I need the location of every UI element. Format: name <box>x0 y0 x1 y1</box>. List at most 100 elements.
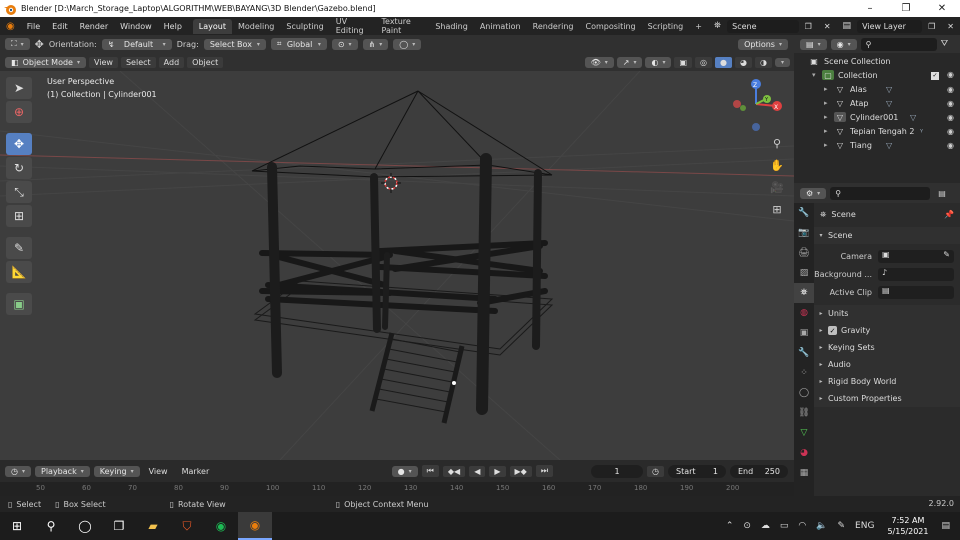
pen-icon[interactable]: ✎ <box>833 521 851 531</box>
expand-chevron-icon[interactable]: ▾ <box>812 71 822 79</box>
zoom-view-icon[interactable]: ⚲ <box>770 137 784 151</box>
orientation-dropdown[interactable]: ↯ Default ▾ <box>101 38 172 50</box>
navigation-gizmo[interactable]: Z X Y <box>733 79 782 131</box>
play-icon[interactable]: ▶ <box>489 465 506 477</box>
outliner-display-mode[interactable]: ◉ ▾ <box>830 38 857 50</box>
expand-chevron-icon[interactable]: ▸ <box>824 141 834 149</box>
timeline-marker-menu[interactable]: Marker <box>177 466 215 477</box>
panel-custom-properties-header[interactable]: ▸ Custom Properties <box>814 390 960 407</box>
drag-dropdown[interactable]: Select Box ▾ <box>203 38 266 50</box>
data-tab-icon[interactable]: ▽ <box>794 423 814 443</box>
prev-keyframe-icon[interactable]: ◆◀ <box>442 465 466 477</box>
add-workspace-button[interactable]: + <box>689 19 708 34</box>
jump-start-icon[interactable]: ⏮ <box>421 465 439 477</box>
auto-keying-toggle[interactable]: ● ▾ <box>391 465 418 477</box>
cortana-icon[interactable]: ◯ <box>68 512 102 540</box>
menu-select[interactable]: Select <box>120 56 156 68</box>
move-tool-icon[interactable]: ✥ <box>6 133 32 155</box>
gazebo-scene[interactable]: Z X Y <box>0 71 794 460</box>
snap-toggle[interactable]: ⋔ ▾ <box>362 38 389 50</box>
expand-chevron-icon[interactable]: ▸ <box>824 99 834 107</box>
outliner-filter-icon[interactable]: ⛛ <box>941 39 949 49</box>
menu-window[interactable]: Window <box>114 22 158 31</box>
camera-field[interactable]: ▣ ✎ <box>878 250 954 263</box>
options-dropdown[interactable]: Options ▾ <box>738 38 788 50</box>
scene-icon[interactable]: ⛯ <box>708 21 727 31</box>
visibility-eye-icon[interactable]: ◉ <box>947 85 954 94</box>
object-mode-dropdown[interactable]: ◧ Object Mode ▾ <box>5 56 86 68</box>
measure-tool-icon[interactable]: 📐 <box>6 261 32 283</box>
preview-range-icon[interactable]: ◷ <box>647 465 664 477</box>
tab-compositing[interactable]: Compositing <box>579 19 641 34</box>
close-button[interactable]: ✕ <box>924 3 960 14</box>
eyedropper-icon[interactable]: ✎ <box>943 250 950 259</box>
battery-icon[interactable]: ▭ <box>775 521 794 531</box>
physics-tab-icon[interactable]: ◯ <box>794 383 814 403</box>
pin-icon[interactable]: 📌 <box>944 210 954 219</box>
menu-render[interactable]: Render <box>74 22 114 31</box>
shading-options-dropdown[interactable]: ▾ <box>774 57 790 67</box>
shading-solid-icon[interactable]: ● <box>715 56 733 68</box>
jump-end-icon[interactable]: ⏭ <box>535 465 554 477</box>
proportional-edit-toggle[interactable]: ◯ ▾ <box>393 38 422 50</box>
visibility-eye-icon[interactable]: ◉ <box>947 113 954 122</box>
xray-toggle-icon[interactable]: ▣ <box>674 56 693 68</box>
expand-chevron-icon[interactable]: ▸ <box>824 127 834 135</box>
panel-units-header[interactable]: ▸ Units <box>814 305 960 322</box>
network-icon[interactable]: ◠ <box>793 521 811 531</box>
select-tool-icon[interactable]: ➤ <box>6 77 32 99</box>
timeline-view-menu[interactable]: View <box>144 466 173 477</box>
output-tab-icon[interactable]: 🖨 <box>794 243 814 263</box>
panel-audio-header[interactable]: ▸ Audio <box>814 356 960 373</box>
maximize-button[interactable]: ❐ <box>888 3 924 14</box>
scene-copy-icon[interactable]: ❐ <box>799 22 818 31</box>
volume-icon[interactable]: 🔈 <box>811 521 832 531</box>
editor-type-dropdown[interactable]: ⛶ ▾ <box>5 38 30 50</box>
language-indicator[interactable]: ENG <box>850 521 879 531</box>
task-view-icon[interactable]: ❐ <box>102 512 136 540</box>
minimize-button[interactable]: – <box>852 3 888 14</box>
tab-shading[interactable]: Shading <box>429 19 474 34</box>
frame-start-field[interactable]: Start 1 <box>668 464 726 478</box>
tab-layout[interactable]: Layout <box>192 18 232 34</box>
panel-scene-header[interactable]: ▾ Scene <box>814 227 960 244</box>
tab-animation[interactable]: Animation <box>474 19 527 34</box>
visibility-eye-icon[interactable]: ◉ <box>947 127 954 136</box>
menu-help[interactable]: Help <box>158 22 188 31</box>
file-explorer-icon[interactable]: ▰ <box>136 512 170 540</box>
scene-name-field[interactable]: Scene <box>727 19 799 33</box>
panel-keying-sets-header[interactable]: ▸ Keying Sets <box>814 339 960 356</box>
blender-taskbar-icon[interactable]: ◉ <box>238 512 272 540</box>
particles-tab-icon[interactable]: ⁘ <box>794 363 814 383</box>
menu-object[interactable]: Object <box>187 56 224 68</box>
menu-view[interactable]: View <box>88 56 118 68</box>
properties-options-icon[interactable]: ▤ <box>938 189 946 198</box>
pivot-point-dropdown[interactable]: ⊙ ▾ <box>331 38 358 50</box>
outliner-item-tepian-tengah-2[interactable]: ▸ ▽ Tepian Tengah 2 ᵞ ◉ <box>794 124 960 138</box>
modifier-tab-icon[interactable]: 🔧 <box>794 343 814 363</box>
constraints-tab-icon[interactable]: ⛓ <box>794 403 814 423</box>
outliner-item-cylinder001[interactable]: ▸ ▽ Cylinder001 ▽ ◉ <box>794 110 960 124</box>
tray-app-icon[interactable]: ⊙ <box>738 521 756 531</box>
transform-tool-icon[interactable]: ⊞ <box>6 205 32 227</box>
menu-add[interactable]: Add <box>158 56 185 68</box>
current-frame-field[interactable]: 1 <box>591 464 644 478</box>
render-tab-icon[interactable]: 📷 <box>794 223 814 243</box>
cursor-tool-icon[interactable]: ⊕ <box>6 101 32 123</box>
rotate-tool-icon[interactable]: ↻ <box>6 157 32 179</box>
visibility-dropdown[interactable]: 👁 ▾ <box>584 56 614 68</box>
view-layer-tab-icon[interactable]: ▨ <box>794 263 814 283</box>
spotify-icon[interactable]: ◉ <box>204 512 238 540</box>
collection-eye-icon[interactable]: ✓ ◉ <box>931 70 954 80</box>
panel-gravity-header[interactable]: ▸ ✓ Gravity <box>814 322 960 339</box>
outliner-collection[interactable]: ▾ ▢ Collection ✓ ◉ <box>794 68 960 82</box>
brave-browser-icon[interactable]: ⛉ <box>170 512 204 540</box>
tool-tab-icon[interactable]: 🔧 <box>794 203 814 223</box>
3d-viewport[interactable]: Z X Y User Perspective (1) Collection | … <box>0 71 794 460</box>
texture-tab-icon[interactable]: ▦ <box>794 463 814 483</box>
timeline-ruler[interactable]: 50 60 70 80 90 100 110 120 130 140 150 1… <box>0 482 794 496</box>
menu-edit[interactable]: Edit <box>46 22 74 31</box>
shading-wireframe-icon[interactable]: ◎ <box>695 56 713 68</box>
view-layer-delete-icon[interactable]: ✕ <box>941 22 960 31</box>
pan-view-icon[interactable]: ✋ <box>770 159 784 173</box>
